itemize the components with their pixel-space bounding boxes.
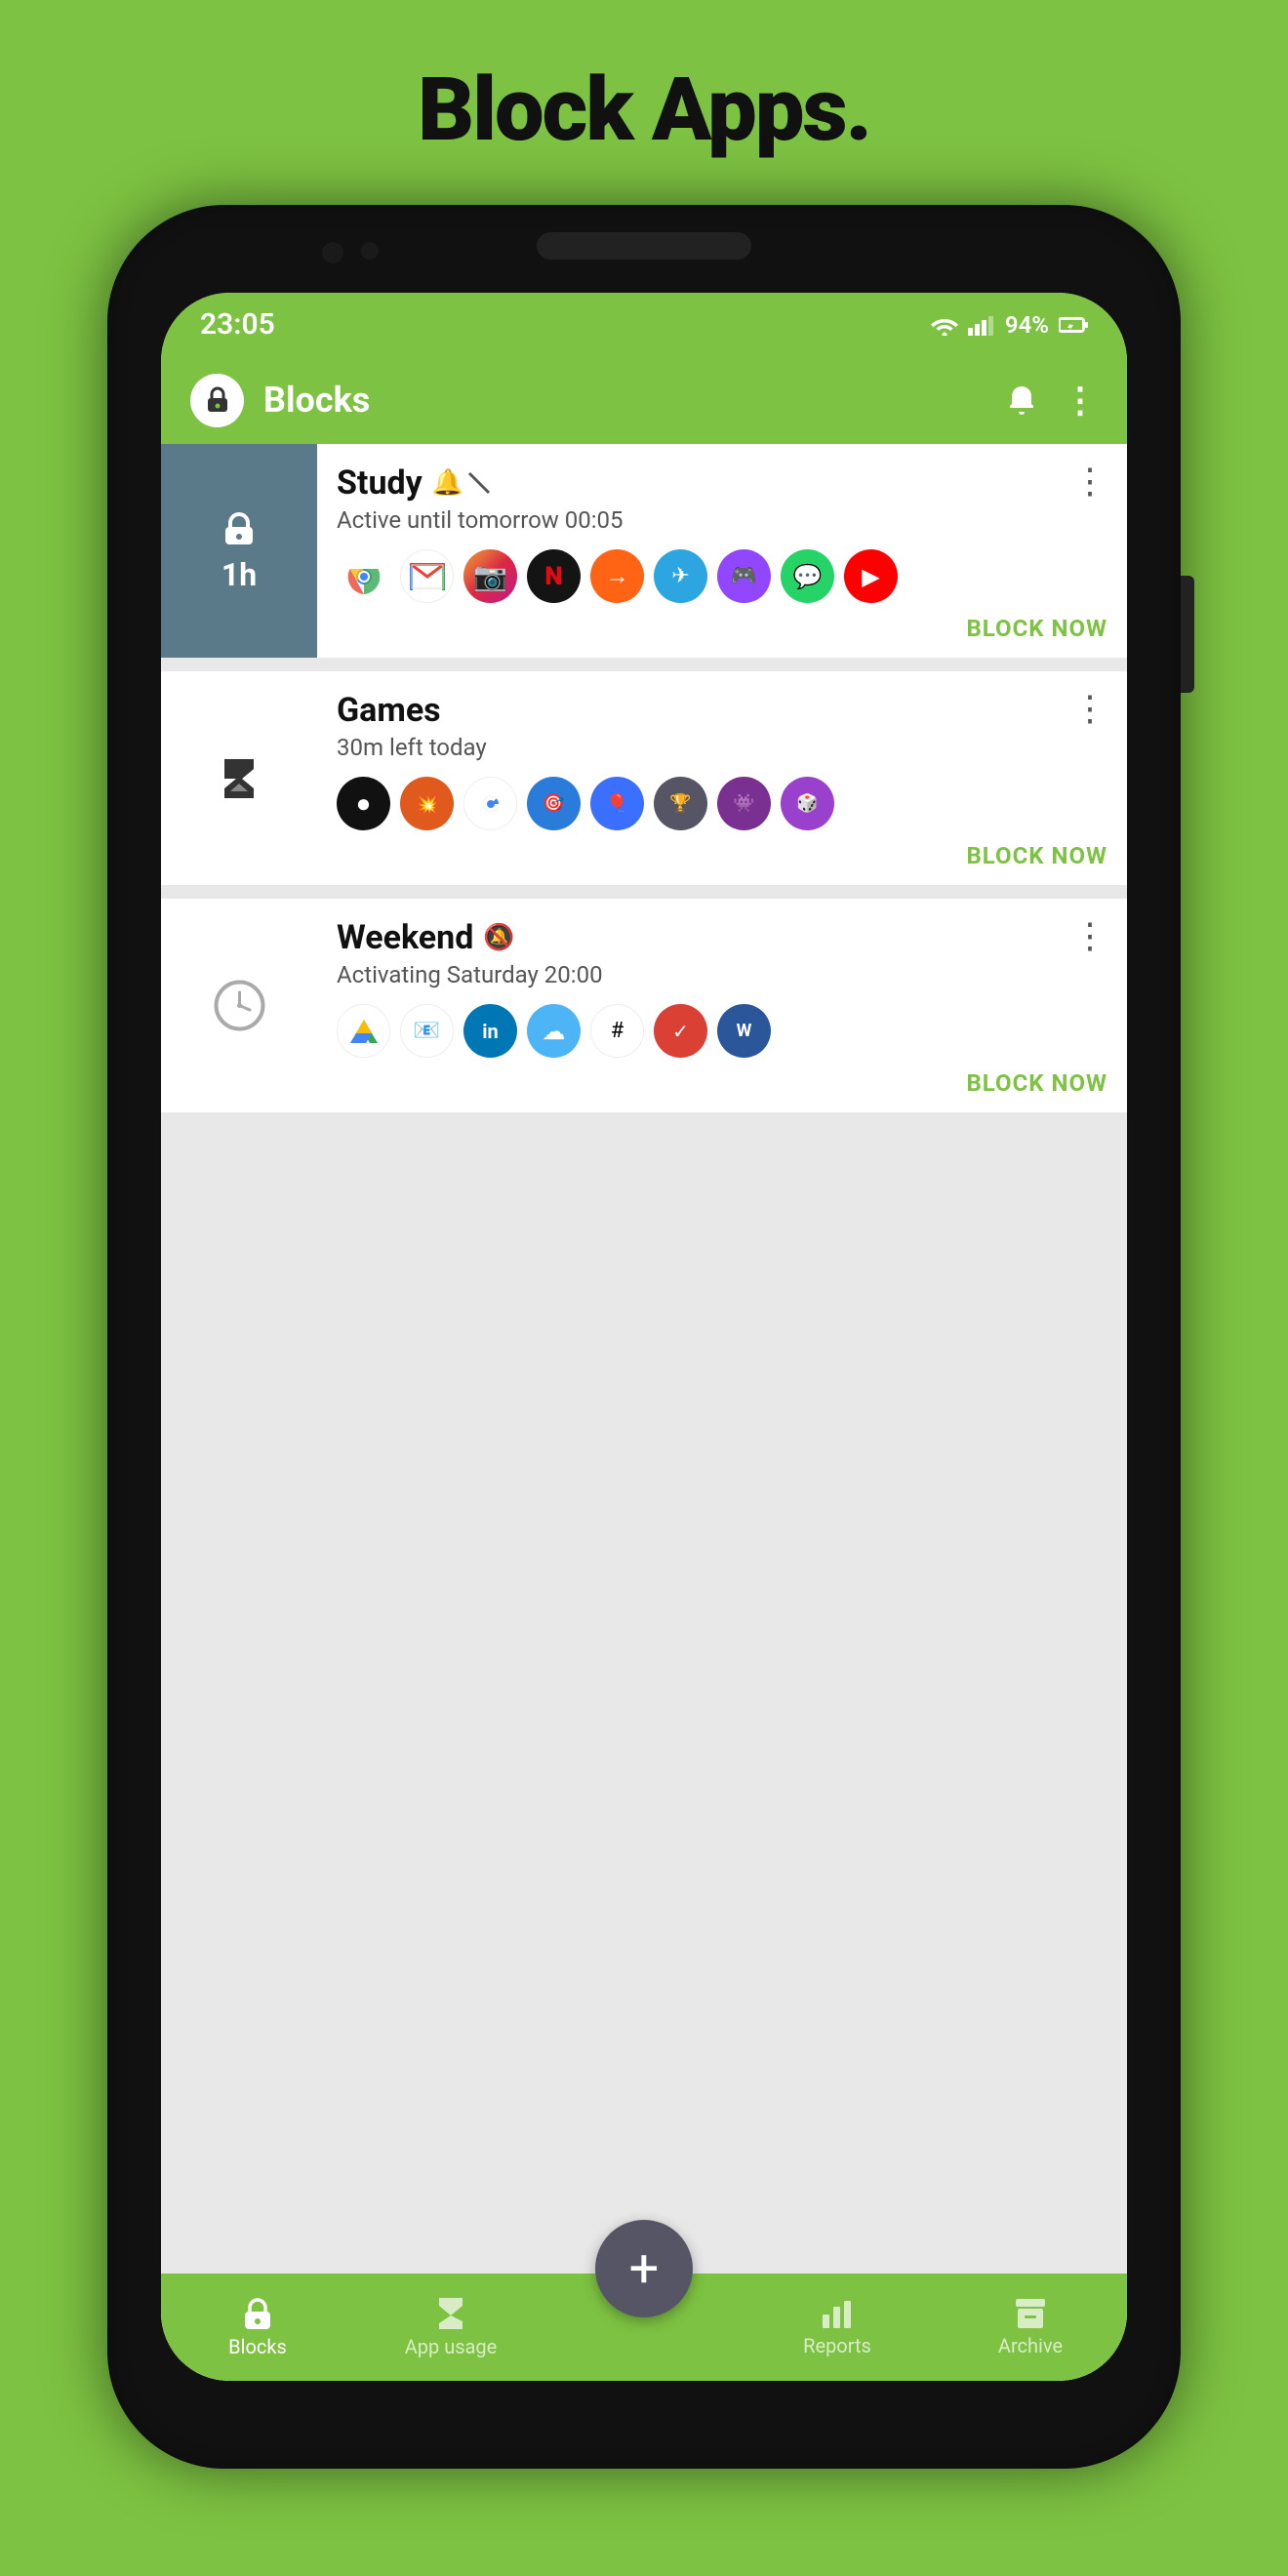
page-title: Block Apps. (0, 0, 1288, 200)
games-subtitle: 30m left today (337, 734, 487, 761)
empty-area (161, 1126, 1127, 1711)
app-logo (190, 374, 244, 427)
gmail-icon (400, 549, 454, 603)
content-area[interactable]: 1h Study 🔔 (161, 444, 1127, 2381)
games-app-icons: ● 💥 (337, 777, 1107, 830)
study-block-card: 1h Study 🔔 (161, 444, 1127, 658)
hourglass-icon (215, 754, 263, 803)
relay-icon: → (590, 549, 644, 603)
nav-hourglass-icon (435, 2296, 466, 2331)
gdrive-icon (337, 1004, 390, 1058)
phone-speaker (537, 232, 751, 260)
clock-icon (213, 979, 266, 1032)
whatsapp-icon: 💬 (781, 549, 834, 603)
game8-icon: 🎲 (781, 777, 834, 830)
game4-icon: 🎯 (527, 777, 581, 830)
phone-camera-right (361, 242, 379, 260)
nav-item-blocks[interactable]: Blocks (161, 2296, 354, 2358)
games-more-icon[interactable]: ⋮ (1072, 691, 1107, 726)
phone-camera-left (322, 242, 343, 263)
nav-lock-icon (240, 2296, 275, 2331)
app-bar-title: Blocks (263, 380, 985, 421)
todoist-icon: ✓ (654, 1004, 707, 1058)
status-icons: 94% (931, 311, 1088, 339)
weekend-subtitle: Activating Saturday 20:00 (337, 961, 603, 988)
games-card-left (161, 671, 317, 885)
svg-text:z: z (1024, 388, 1028, 399)
games-block-now[interactable]: BLOCK NOW (966, 842, 1107, 869)
slack-icon: # (590, 1004, 644, 1058)
phone-button-right (1181, 576, 1194, 693)
lock-icon (203, 385, 232, 415)
nav-item-archive[interactable]: Archive (934, 2297, 1127, 2357)
weekend-card-right: Weekend 🔕 Activating Saturday 20:00 ⋮ (317, 899, 1127, 1112)
weekend-title: Weekend (337, 918, 473, 957)
signal-icon (968, 314, 995, 336)
notification-icon[interactable]: z (1004, 382, 1039, 418)
study-subtitle: Active until tomorrow 00:05 (337, 506, 624, 534)
game3-icon (463, 777, 517, 830)
wifi-icon (931, 314, 958, 336)
phone-shell: 23:05 (107, 205, 1181, 2469)
gmail2-icon: 📧 (400, 1004, 454, 1058)
more-options-icon[interactable]: ⋮ (1063, 380, 1098, 421)
weekend-card-left (161, 899, 317, 1112)
weekend-more-icon[interactable]: ⋮ (1072, 918, 1107, 953)
nav-item-app-usage[interactable]: App usage (354, 2296, 547, 2358)
fab-button[interactable]: + (595, 2220, 693, 2317)
study-title: Study (337, 463, 423, 503)
nav-app-usage-label: App usage (405, 2335, 498, 2358)
game1-icon: ● (337, 777, 390, 830)
study-app-icons: 📷 N → ✈ 🎮 💬 (337, 549, 1107, 603)
game5-icon: 🎈 (590, 777, 644, 830)
game2-icon: 💥 (400, 777, 454, 830)
nav-blocks-label: Blocks (228, 2335, 287, 2358)
study-time-label: 1h (221, 556, 257, 593)
cloud-icon: ☁ (527, 1004, 581, 1058)
app-bar: Blocks z ⋮ (161, 356, 1127, 444)
twitch-icon: 🎮 (717, 549, 771, 603)
word-icon: W (717, 1004, 771, 1058)
battery-text: 94% (1005, 311, 1049, 339)
nav-archive-label: Archive (998, 2334, 1063, 2357)
chrome-icon (337, 549, 390, 603)
phone-screen: 23:05 (161, 293, 1127, 2381)
games-title: Games (337, 691, 441, 730)
nav-reports-icon (821, 2297, 854, 2330)
nav-item-reports[interactable]: Reports (741, 2297, 934, 2357)
study-mute-icon: 🔔 (432, 468, 463, 498)
game7-icon: 👾 (717, 777, 771, 830)
study-lock-icon (220, 509, 259, 548)
nav-reports-label: Reports (803, 2334, 871, 2357)
instagram-icon: 📷 (463, 549, 517, 603)
nav-archive-icon (1014, 2297, 1047, 2330)
study-muted-icon (465, 469, 493, 497)
status-bar: 23:05 (161, 293, 1127, 356)
game6-icon: 🏆 (654, 777, 707, 830)
netflix-icon: N (527, 549, 581, 603)
telegram-icon: ✈ (654, 549, 707, 603)
study-card-left: 1h (161, 444, 317, 658)
games-card-right: Games 30m left today ⋮ ● 💥 (317, 671, 1127, 885)
weekend-block-now[interactable]: BLOCK NOW (966, 1069, 1107, 1097)
linkedin-icon: in (463, 1004, 517, 1058)
weekend-block-card: Weekend 🔕 Activating Saturday 20:00 ⋮ (161, 899, 1127, 1112)
battery-icon (1059, 317, 1088, 333)
app-bar-actions: z ⋮ (1004, 380, 1098, 421)
youtube-icon: ▶ (844, 549, 898, 603)
games-block-card: Games 30m left today ⋮ ● 💥 (161, 671, 1127, 885)
study-block-now[interactable]: BLOCK NOW (966, 615, 1107, 642)
weekend-mute-icon: 🔕 (483, 923, 514, 952)
weekend-app-icons: 📧 in ☁ # ✓ W (337, 1004, 1107, 1058)
study-more-icon[interactable]: ⋮ (1072, 463, 1107, 499)
study-card-right: Study 🔔 Active until tomorrow 00:05 ⋮ (317, 444, 1127, 658)
status-time: 23:05 (200, 307, 275, 342)
